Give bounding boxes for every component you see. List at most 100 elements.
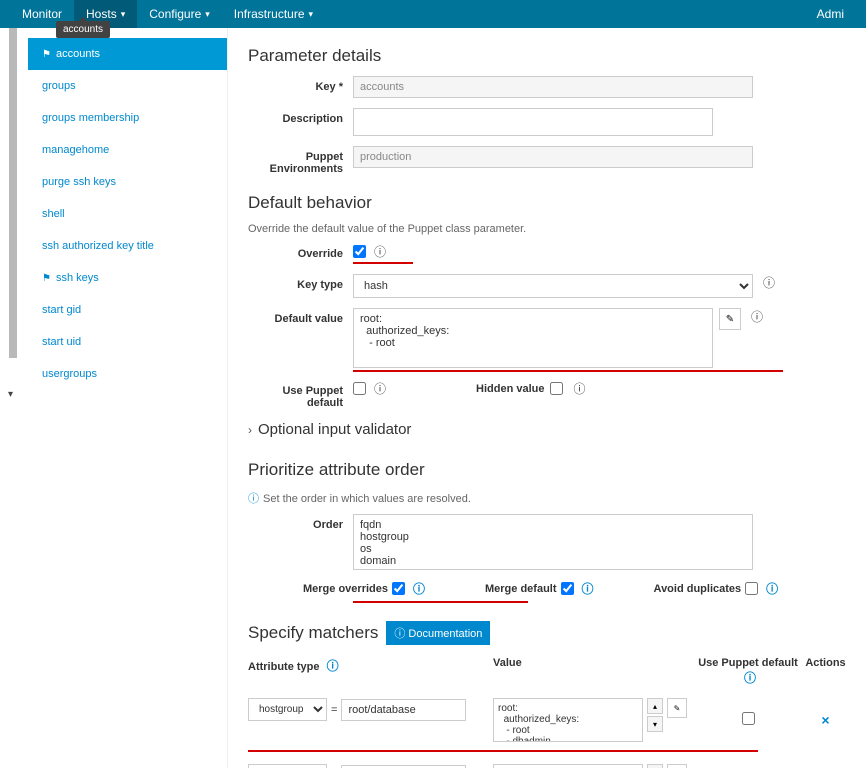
info-icon[interactable]: ⓘ <box>751 308 763 325</box>
scroll-up-icon[interactable]: ▴ <box>647 764 663 768</box>
sidebar-item-label: ssh authorized key title <box>42 240 154 252</box>
sidebar-item-label: start gid <box>42 304 81 316</box>
nav-admin[interactable]: Admi <box>805 0 856 28</box>
textarea-order[interactable] <box>353 514 753 570</box>
sidebar-item-managehome[interactable]: managehome <box>28 134 227 166</box>
textarea-default-value[interactable] <box>353 308 713 368</box>
nav-admin-label: Admi <box>817 7 844 21</box>
info-icon[interactable]: ⓘ <box>582 580 594 597</box>
sidebar-item-label: accounts <box>56 48 100 60</box>
section-title-default-behavior: Default behavior <box>248 193 858 213</box>
chevron-right-icon: › <box>248 423 252 437</box>
flag-icon: ⚑ <box>42 49 51 60</box>
sidebar-item-ssh-keys[interactable]: ⚑ ssh keys <box>28 262 227 294</box>
textarea-description[interactable] <box>353 108 713 136</box>
matcher-attr-select[interactable]: hostgroup <box>248 698 327 721</box>
label-keytype: Key type <box>248 274 353 291</box>
nav-hosts-label: Hosts <box>86 7 117 21</box>
info-icon[interactable]: ⓘ <box>763 274 775 291</box>
label-merge-overrides: Merge overrides <box>303 583 388 595</box>
sidebar-item-start-uid[interactable]: start uid <box>28 326 227 358</box>
sidebar-item-groups[interactable]: groups <box>28 70 227 102</box>
matcher-attr-select[interactable]: hostgroup <box>248 764 327 768</box>
column-header-attribute: Attribute type <box>248 661 320 673</box>
collapsible-optional-validator[interactable]: › Optional input validator <box>248 413 858 446</box>
input-puppet-env[interactable] <box>353 146 753 168</box>
annotation-underline <box>248 750 758 752</box>
main-content: Parameter details Key * Description Pupp… <box>228 28 866 768</box>
caret-down-icon: ▾ <box>121 9 126 20</box>
section-title-specify-matchers: Specify matchers <box>248 623 378 643</box>
prioritize-desc: Set the order in which values are resolv… <box>248 490 858 506</box>
column-header-upd: Use Puppet default <box>698 657 798 669</box>
sidebar-item-ssh-auth-key-title[interactable]: ssh authorized key title <box>28 230 227 262</box>
equals-icon: = <box>331 704 337 716</box>
fullscreen-edit-button[interactable]: ✎ <box>719 308 741 330</box>
sidebar-item-label: groups <box>42 80 76 92</box>
label-override: Override <box>248 243 353 260</box>
nav-configure[interactable]: Configure ▾ <box>137 0 222 28</box>
section-title-parameter-details: Parameter details <box>248 46 858 66</box>
column-header-value: Value <box>493 657 693 686</box>
info-icon[interactable]: ⓘ <box>327 659 339 673</box>
label-description: Description <box>248 108 353 125</box>
matcher-value-textarea[interactable] <box>493 764 643 768</box>
sidebar-item-label: shell <box>42 208 65 220</box>
info-icon[interactable]: ⓘ <box>766 580 778 597</box>
scroll-up-icon[interactable]: ▴ <box>647 698 663 714</box>
scroll-down-icon[interactable]: ▾ <box>647 716 663 732</box>
label-key: Key * <box>248 76 353 93</box>
scroll-thumb[interactable] <box>9 28 17 358</box>
sidebar-item-label: usergroups <box>42 368 97 380</box>
nav-infrastructure[interactable]: Infrastructure ▾ <box>222 0 325 28</box>
info-icon[interactable]: ⓘ <box>374 243 386 260</box>
top-nav: Monitor Hosts ▾ Configure ▾ Infrastructu… <box>0 0 866 28</box>
matcher-value-textarea[interactable] <box>493 698 643 742</box>
sidebar-item-usergroups[interactable]: usergroups <box>28 358 227 390</box>
select-keytype[interactable]: hash <box>353 274 753 298</box>
checkbox-override[interactable] <box>353 245 366 258</box>
info-icon[interactable]: ⓘ <box>374 380 386 397</box>
caret-down-icon: ▾ <box>309 9 314 20</box>
left-scroll-gutter[interactable]: ▾ <box>0 28 28 768</box>
delete-matcher-button[interactable]: × <box>821 712 829 728</box>
collapsible-title: Optional input validator <box>258 421 411 438</box>
label-merge-default: Merge default <box>485 583 557 595</box>
sidebar-item-label: purge ssh keys <box>42 176 116 188</box>
info-icon[interactable]: ⓘ <box>413 580 425 597</box>
input-key[interactable] <box>353 76 753 98</box>
fullscreen-edit-button[interactable]: ✎ <box>667 764 687 768</box>
matcher-attr-value[interactable] <box>341 765 466 768</box>
label-use-puppet-default: Use Puppet default <box>248 380 353 409</box>
sidebar-item-shell[interactable]: shell <box>28 198 227 230</box>
sidebar: ⚑ accounts groups groups membership mana… <box>28 28 228 768</box>
checkbox-use-puppet-default[interactable] <box>353 382 366 395</box>
info-icon[interactable]: ⓘ <box>744 671 756 685</box>
matcher-row: hostgroup = ▴ ▾ ✎ × <box>248 690 858 750</box>
info-icon: ⓘ <box>394 628 405 640</box>
sidebar-item-groups-membership[interactable]: groups membership <box>28 102 227 134</box>
sidebar-item-label: groups membership <box>42 112 139 124</box>
sidebar-item-start-gid[interactable]: start gid <box>28 294 227 326</box>
column-header-actions: Actions <box>803 657 848 686</box>
documentation-button[interactable]: ⓘDocumentation <box>386 621 490 645</box>
checkbox-avoid-duplicates[interactable] <box>745 582 758 595</box>
flag-icon: ⚑ <box>42 273 51 284</box>
checkbox-merge-overrides[interactable] <box>392 582 405 595</box>
scroll-arrow-down-icon[interactable]: ▾ <box>8 389 13 400</box>
fullscreen-edit-button[interactable]: ✎ <box>667 698 687 718</box>
matcher-upd-checkbox[interactable] <box>742 712 755 725</box>
sidebar-item-label: start uid <box>42 336 81 348</box>
sidebar-item-label: managehome <box>42 144 109 156</box>
checkbox-hidden-value[interactable] <box>550 382 563 395</box>
nav-monitor-label: Monitor <box>22 7 62 21</box>
sidebar-item-accounts[interactable]: ⚑ accounts <box>28 38 227 70</box>
label-order: Order <box>248 514 353 531</box>
matcher-attr-value[interactable] <box>341 699 466 721</box>
label-default-value: Default value <box>248 308 353 325</box>
matcher-row: hostgroup = ▴ ▾ ✎ × <box>248 756 858 768</box>
checkbox-merge-default[interactable] <box>561 582 574 595</box>
info-icon[interactable]: ⓘ <box>573 380 585 397</box>
nav-infrastructure-label: Infrastructure <box>234 7 305 21</box>
sidebar-item-purge-ssh-keys[interactable]: purge ssh keys <box>28 166 227 198</box>
